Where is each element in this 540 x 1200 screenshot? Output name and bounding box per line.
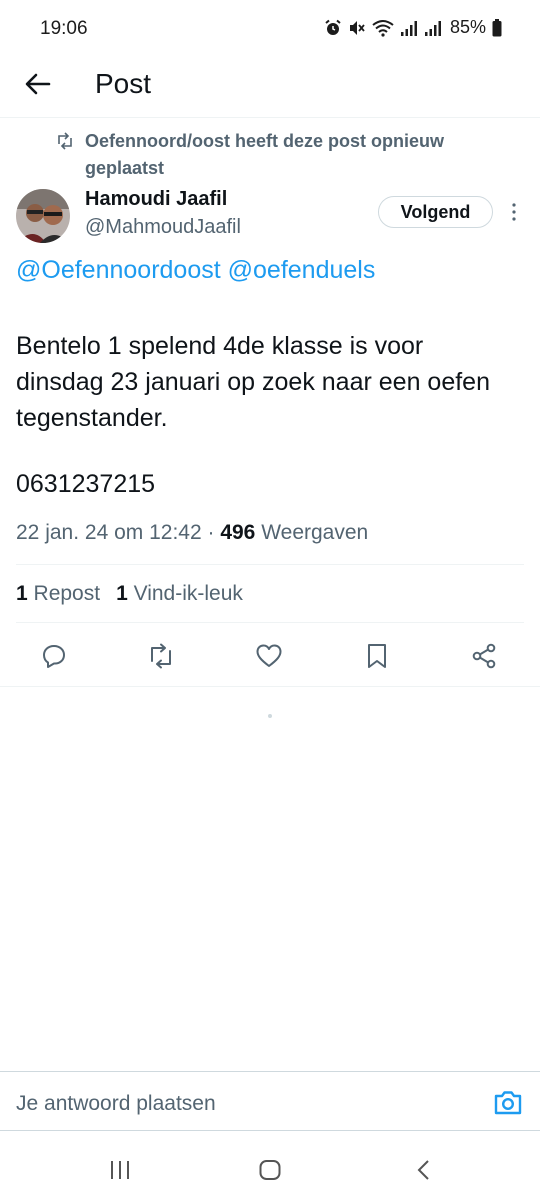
back-button[interactable]: [18, 64, 58, 104]
home-icon: [259, 1160, 281, 1180]
views-count: 496: [220, 521, 256, 544]
mute-icon: [349, 20, 365, 35]
status-bar: 19:06 85%: [0, 0, 540, 58]
divider: [0, 686, 540, 687]
recent-apps-icon: [111, 1161, 129, 1179]
signal-icon: [424, 20, 441, 36]
alarm-icon: [325, 19, 341, 35]
battery-percentage: 85%: [449, 17, 486, 37]
loading-indicator: [268, 714, 272, 718]
post-text: Bentelo 1 spelend 4de klasse is voor din…: [16, 332, 490, 432]
repost-icon: [151, 643, 171, 669]
bookmark-icon: [368, 644, 386, 668]
repost-label: Repost: [27, 582, 101, 605]
wifi-icon: [372, 19, 394, 37]
camera-button[interactable]: [493, 1090, 523, 1116]
action-bar: [0, 636, 540, 676]
post-stats: 1 Repost 1 Vind-ik-leuk: [16, 582, 243, 606]
reposts-stat[interactable]: 1 Repost: [16, 582, 100, 606]
more-options-button[interactable]: [503, 198, 525, 226]
following-button[interactable]: Volgend: [378, 196, 493, 228]
like-label: Vind-ik-leuk: [127, 582, 243, 605]
mention-link[interactable]: @Oefennoordoost: [16, 256, 221, 284]
reply-input[interactable]: Je antwoord plaatsen: [16, 1092, 216, 1116]
system-navigation-bar: [0, 1140, 540, 1200]
author-handle[interactable]: @MahmoudJaafil: [85, 216, 241, 239]
status-icons: 85%: [324, 17, 502, 38]
share-button[interactable]: [464, 636, 504, 676]
post-datetime: 22 jan. 24 om 12:42 ·: [16, 521, 221, 544]
bookmark-button[interactable]: [357, 636, 397, 676]
recent-apps-button[interactable]: [100, 1156, 140, 1184]
divider: [16, 622, 524, 623]
page-title: Post: [95, 68, 152, 99]
home-button[interactable]: [250, 1156, 290, 1184]
system-back-button[interactable]: [404, 1156, 444, 1184]
repost-count: 1: [16, 582, 28, 605]
divider: [16, 564, 524, 565]
author-name[interactable]: Hamoudi Jaafil: [85, 188, 227, 211]
camera-icon: [494, 1091, 522, 1115]
header: Post: [0, 58, 540, 118]
like-button[interactable]: [249, 636, 289, 676]
likes-stat[interactable]: 1 Vind-ik-leuk: [116, 582, 243, 606]
reply-bar: Je antwoord plaatsen: [0, 1071, 540, 1131]
chevron-left-icon: [417, 1160, 429, 1180]
arrow-left-icon: [25, 73, 51, 95]
signal-icon: [400, 20, 417, 36]
reply-icon: [43, 645, 65, 668]
heart-icon: [256, 644, 282, 667]
post-mentions: @Oefennoordoost @oefenduels: [16, 256, 375, 285]
post-phone-number: 0631237215: [16, 470, 156, 498]
repost-button[interactable]: [141, 636, 181, 676]
post-meta: 22 jan. 24 om 12:42 · 496 Weergaven: [16, 521, 368, 545]
share-icon: [472, 643, 496, 669]
repost-indicator[interactable]: Oefennoord/oost heeft deze post opnieuw …: [55, 128, 515, 182]
avatar[interactable]: [16, 189, 70, 243]
more-vertical-icon: [512, 203, 516, 221]
mention-link[interactable]: @oefenduels: [228, 256, 376, 284]
views-label: Weergaven: [255, 521, 369, 544]
battery-icon: [492, 18, 502, 36]
reply-button[interactable]: [34, 636, 74, 676]
repost-icon: [58, 132, 72, 150]
status-time: 19:06: [40, 18, 88, 39]
repost-text: Oefennoord/oost heeft deze post opnieuw …: [85, 131, 445, 178]
like-count: 1: [116, 582, 128, 605]
